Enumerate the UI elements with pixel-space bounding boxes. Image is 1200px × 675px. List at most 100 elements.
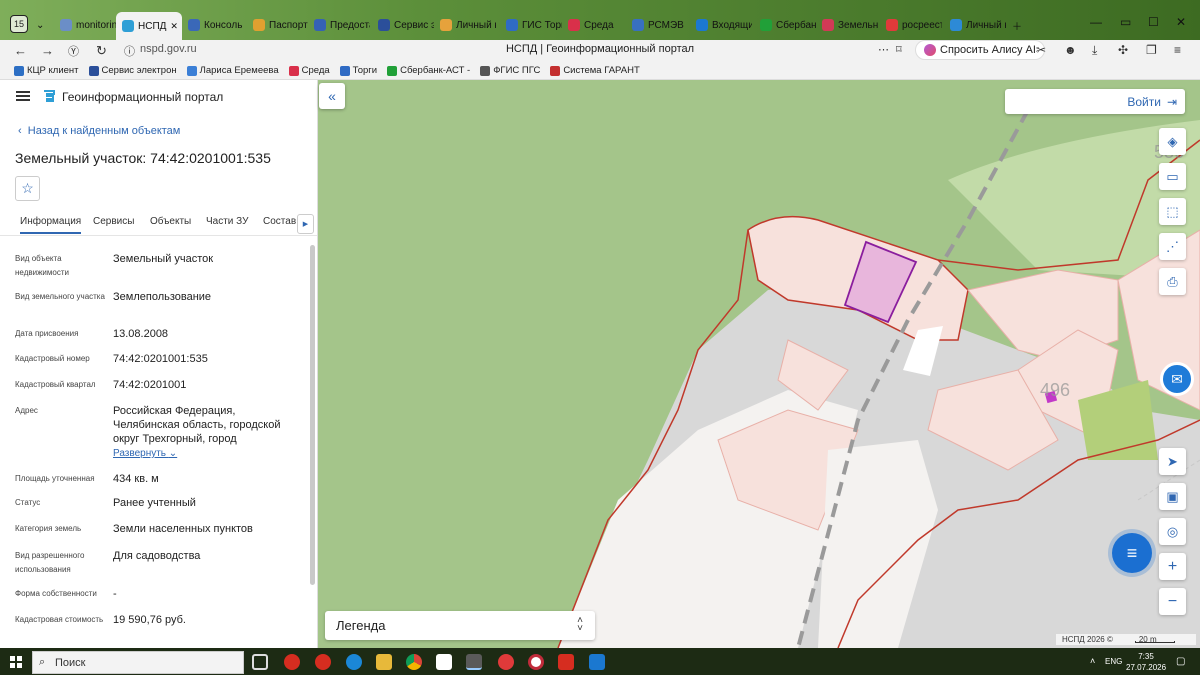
zoom-in-button[interactable]: + [1159,553,1186,580]
sreda-app-icon[interactable] [528,654,544,670]
legend-dropdown[interactable]: Легенда ˄ ˅ [325,611,595,640]
field-value: 434 кв. м [113,473,159,485]
reload-icon[interactable]: ↻ [96,43,107,59]
close-tab-icon[interactable]: ✕ [170,21,178,32]
tray-chevron-icon[interactable]: ˄ [1090,656,1095,666]
opera-icon[interactable] [284,654,300,670]
bookmark-item[interactable]: Лариса Еремеева [186,65,279,76]
chat-icon[interactable]: ≡ [1112,533,1152,573]
clock[interactable]: 7:35 27.07.2026 [1126,651,1166,673]
tab-list-chevron-icon[interactable]: ⌄ [36,14,50,36]
browser-tab[interactable]: Сервис э [378,14,434,36]
yandex-browser-icon[interactable] [466,654,482,670]
field-label: Вид объекта недвижимости [15,254,69,277]
bookmark-item[interactable]: Сервис электрон [88,65,177,76]
print-icon[interactable]: ⎙ [1159,268,1186,295]
browser-tab[interactable]: Паспорт [253,14,309,36]
bookmark-item[interactable]: Среда [288,65,330,76]
more-dots-icon[interactable]: ⋯ [878,43,889,56]
language-indicator[interactable]: ENG [1105,657,1122,666]
browser-tab[interactable]: Входящи [696,14,752,36]
collapse-panel-button[interactable]: « [319,83,345,109]
close-icon[interactable]: ✕ [1176,15,1186,29]
field-value: 13.08.2008 [113,328,169,340]
file-explorer-icon[interactable] [376,654,392,670]
tab-composition[interactable]: Состав [263,216,296,227]
window-close-icon[interactable]: ☐ [1148,15,1159,29]
forward-arrow-icon[interactable]: → [41,43,54,58]
tab-objects[interactable]: Объекты [150,216,191,227]
bookmark-item[interactable]: КЦР клиент [14,65,79,76]
locate-icon[interactable]: ➤ [1159,448,1186,475]
select-area-icon[interactable]: ⬚ [1159,198,1186,225]
back-to-results-link[interactable]: ‹ Назад к найденным объектам [18,125,180,137]
favorite-star-icon[interactable]: ☆ [15,176,40,201]
profile-icon[interactable]: ☻ [1064,43,1077,57]
bookmark-favicon-icon [339,65,350,76]
extension-icon[interactable]: ✂ [1036,43,1046,57]
browser-tab[interactable]: НСПД ✕ [116,12,182,40]
opera-gx-icon[interactable] [315,654,331,670]
share-icon[interactable]: ⋰ [1159,233,1186,260]
layers-icon[interactable]: ◈ [1159,128,1186,155]
bookmark-item[interactable]: ФГИС ПГС [480,65,540,76]
bookmark-item[interactable]: Сбербанк-АСТ - [387,65,470,76]
browser-tab[interactable]: monitorin [60,14,116,36]
url-field[interactable]: nspd.gov.ru [140,43,197,55]
browser-tab[interactable]: РСМЭВ [632,14,688,36]
download-icon[interactable]: ⤓ [1092,43,1097,58]
browser-tab[interactable]: Личный к [440,14,496,36]
browser-tab[interactable]: Личный к [950,14,1006,36]
browser-tab[interactable]: Сбербанк [760,14,816,36]
browser-tab[interactable]: Среда [568,14,624,36]
puzzle-icon[interactable]: ✣ [1118,43,1128,57]
site-info-icon[interactable]: ⓘ [124,43,135,59]
support-icon[interactable]: ✉ [1160,362,1194,396]
bookmark-favicon-icon [480,65,491,76]
mail-icon[interactable] [589,654,605,670]
chrome-icon[interactable] [406,654,422,670]
notepad-icon[interactable] [436,654,452,670]
bookmark-item[interactable]: Торги [339,65,377,76]
search-map-icon[interactable]: ◎ [1159,518,1186,545]
tabs-scroll-right-icon[interactable]: ▶ [297,214,314,234]
field-label: Вид земельного участка [15,292,105,301]
login-button[interactable]: Войти ⇥ [1005,89,1185,114]
hamburger-menu-icon[interactable] [16,91,30,101]
restore-icon[interactable]: ▭ [1120,15,1131,29]
browser-tab[interactable]: Предоста [314,14,370,36]
map-layer: 496 536 [557,109,1200,648]
panel-scrollbar[interactable] [310,245,315,585]
expand-address-link[interactable]: Развернуть ⌄ [113,448,177,459]
yandex-app-icon[interactable] [498,654,514,670]
minimize-icon[interactable]: — [1090,15,1102,29]
new-tab-plus-icon[interactable]: ＋ [1012,14,1022,36]
bookmark-item[interactable]: Система ГАРАНТ [550,65,640,76]
tab-count-button[interactable]: 15 [10,15,28,33]
edge-icon[interactable] [346,654,362,670]
bookmark-icon[interactable]: ⌑ [896,43,902,56]
tab-parts[interactable]: Части ЗУ [206,216,248,227]
map-canvas[interactable]: 496 536 [318,80,1200,648]
task-view-icon[interactable] [252,654,268,670]
time: 7:35 [1138,652,1154,661]
windows-start-icon[interactable] [10,656,22,668]
ask-alice-button[interactable]: Спросить Алису AI [915,40,1045,60]
browser-tab[interactable]: Земельн [822,14,878,36]
browser-tab[interactable]: Консоль [188,14,244,36]
browser-tab[interactable]: ГИС Торг [506,14,562,36]
taskbar-search[interactable]: ⌕ Поиск [32,651,244,674]
back-arrow-icon[interactable]: ← [14,43,27,58]
ruler-icon[interactable]: ▭ [1159,163,1186,190]
tab-information[interactable]: Информация [20,216,82,234]
collections-icon[interactable]: ❐ [1146,43,1157,57]
yandex-icon[interactable]: Ⓨ [68,43,79,59]
zoom-out-button[interactable]: − [1159,588,1186,615]
tab-services[interactable]: Сервисы [93,216,134,227]
notifications-icon[interactable]: ▢ [1176,656,1185,667]
yandex-ya-icon[interactable] [558,654,574,670]
browser-tab[interactable]: росреест [886,14,942,36]
tab-favicon-icon [568,19,580,31]
menu-icon[interactable]: ≡ [1174,43,1181,57]
basemap-icon[interactable]: ▣ [1159,483,1186,510]
